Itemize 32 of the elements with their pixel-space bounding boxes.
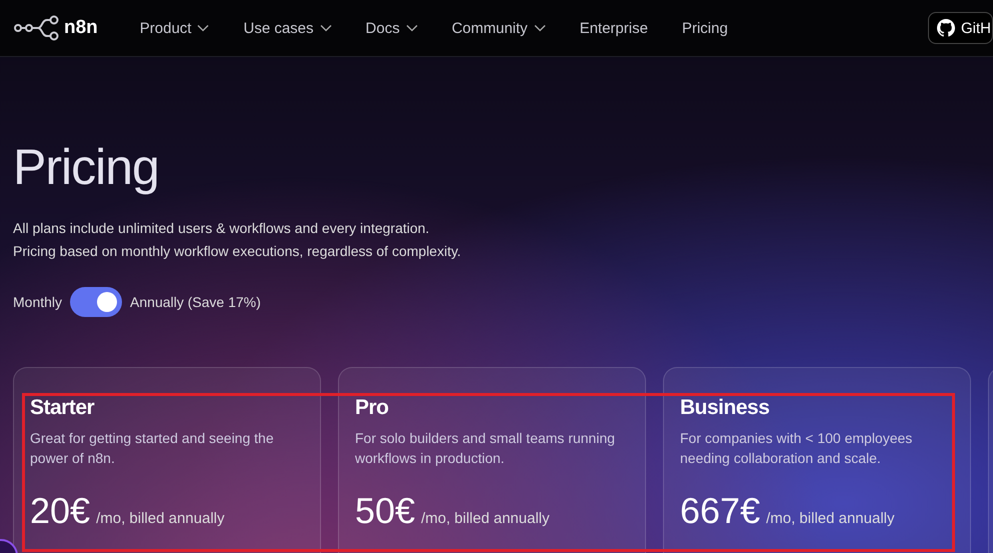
github-button[interactable]: GitH xyxy=(928,12,993,44)
chevron-icon xyxy=(534,24,546,32)
nav-link[interactable]: Community xyxy=(452,20,546,36)
nav-link[interactable]: Enterprise xyxy=(580,20,648,36)
chevron-icon xyxy=(320,24,332,32)
nav-link[interactable]: Pricing xyxy=(682,20,728,36)
plan-price: 667€ xyxy=(680,490,760,532)
plan-name: Starter xyxy=(30,396,96,420)
price-period: /mo, billed annually xyxy=(96,510,224,527)
plan-price: 20€ xyxy=(30,490,90,532)
github-icon xyxy=(937,19,955,37)
plan-name: Pro xyxy=(355,396,390,420)
plan-name: Business xyxy=(680,396,770,420)
toggle-label: Annually (Save 17%) xyxy=(130,294,261,310)
page-heading: Pricing xyxy=(13,138,160,197)
nav-link[interactable]: Use cases xyxy=(243,20,332,36)
nav-link[interactable]: Docs xyxy=(366,20,418,36)
chevron-icon xyxy=(197,24,210,32)
plan-price: 50€ xyxy=(355,490,416,532)
chevron-icon xyxy=(406,24,418,32)
toggle-label: Monthly xyxy=(13,294,62,310)
billing-toggle[interactable] xyxy=(70,287,122,317)
plan-description: For solo builders and small teams running workflows in production. xyxy=(355,429,616,468)
price-period: /mo, billed annually xyxy=(766,510,895,527)
logo-icon[interactable] xyxy=(14,15,60,41)
price-period: /mo, billed annually xyxy=(421,510,550,527)
nav-link[interactable]: Product xyxy=(140,20,210,36)
intro-text: All plans include unlimited users & workflows and every integration. xyxy=(13,219,430,238)
intro-text: Pricing based on monthly workflow executions, regardless of complexity. xyxy=(13,242,462,261)
plan-description: Great for getting started and seeing the power of n8n. xyxy=(30,429,275,468)
plan-description: For companies with < 100 employees needing collaboration and scale. xyxy=(680,429,914,468)
logo-text[interactable]: n8n xyxy=(64,17,98,39)
